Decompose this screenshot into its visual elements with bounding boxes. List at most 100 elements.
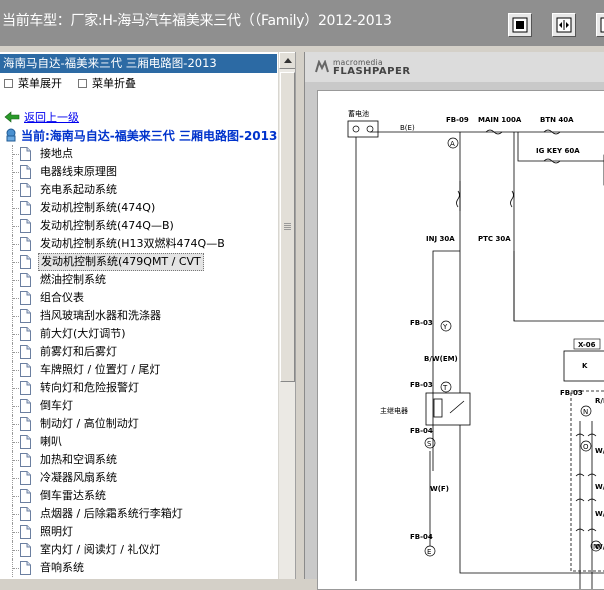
document-icon <box>20 237 31 251</box>
tree-item-label: 倒车灯 <box>40 399 73 412</box>
tree-item-label: 音响系统 <box>40 561 84 574</box>
tree-branch-line <box>13 460 19 461</box>
wire-w-f: W(F) <box>430 485 449 493</box>
diagram-page[interactable]: 蓄电池 B(E) FB-09 A MAIN 100A BTN 40A IG KE… <box>317 90 604 590</box>
tree-item[interactable]: 发动机控制系统(H13双燃料474Q—B <box>0 235 280 253</box>
tree-item-label: 发动机控制系统(474Q—B) <box>40 219 174 232</box>
connector-fb03-right: FB-03 <box>560 389 583 397</box>
back-arrow-icon <box>4 111 20 123</box>
pin-e: E <box>427 548 431 556</box>
title-bar: 当前车型：厂家:H-海马汽车福美来三代（（Family）2012-2013 <box>0 0 604 46</box>
tree-item[interactable]: 发动机控制系统(479QMT / CVT <box>0 253 280 271</box>
tree-item[interactable]: 音响系统 <box>0 559 280 577</box>
tree-item[interactable]: 充电系起动系统 <box>0 181 280 199</box>
tree-item-label: 点烟器 / 后除霜系统行李箱灯 <box>40 507 183 520</box>
document-icon <box>20 273 31 287</box>
tree-item-label: 前大灯(大灯调节) <box>40 327 126 340</box>
tree-branch-line <box>13 280 19 281</box>
wire-w-1: W/ <box>595 447 604 455</box>
pin-n: N <box>583 408 588 416</box>
tree-item-label: 前雾灯和后雾灯 <box>40 345 117 358</box>
tree-branch-line <box>13 424 19 425</box>
tree-item[interactable]: 倒车灯 <box>0 397 280 415</box>
selected-category-header[interactable]: 海南马自达-福美来三代 三厢电路图-2013 <box>0 54 277 73</box>
tree-branch-line <box>13 532 19 533</box>
tree-item-label: 转向灯和危险报警灯 <box>40 381 139 394</box>
tree-item-label: 加热和空调系统 <box>40 453 117 466</box>
tree-item[interactable]: 冷凝器风扇系统 <box>0 469 280 487</box>
diagram-tree: 接地点 电器线束原理图充电系起动系统发动机控制系统(474Q) 发动机控制系统(47… <box>0 145 280 577</box>
tree-item-label: 组合仪表 <box>40 291 84 304</box>
tree-item-label: 充电系起动系统 <box>40 183 117 196</box>
wiring-diagram: 蓄电池 B(E) FB-09 A MAIN 100A BTN 40A IG KE… <box>347 109 604 589</box>
scroll-thumb[interactable] <box>280 72 295 382</box>
tree-item[interactable]: 点烟器 / 后除霜系统行李箱灯 <box>0 505 280 523</box>
menu-collapse-label: 菜单折叠 <box>92 77 136 90</box>
tree-item[interactable]: 照明灯 <box>0 523 280 541</box>
menu-collapse-button[interactable]: 菜单折叠 <box>78 75 136 93</box>
tree-item[interactable]: 前雾灯和后雾灯 <box>0 343 280 361</box>
tree-item[interactable]: 室内灯 / 阅读灯 / 礼仪灯 <box>0 541 280 559</box>
document-icon <box>20 291 31 305</box>
document-icon <box>20 489 31 503</box>
pin-k: K <box>582 362 588 370</box>
wire-w-3: W/ <box>595 510 604 518</box>
tree-item[interactable]: 组合仪表 <box>0 289 280 307</box>
tree-branch-line <box>13 568 19 569</box>
tree-item-label: 燃油控制系统 <box>40 273 106 286</box>
tree-item[interactable]: 倒车雷达系统 <box>0 487 280 505</box>
scroll-up-icon[interactable] <box>279 52 295 69</box>
connector-fb09: FB-09 <box>446 116 469 124</box>
tree-item[interactable]: 车牌照灯 / 位置灯 / 尾灯 <box>0 361 280 379</box>
left-vertical-scrollbar[interactable] <box>278 52 295 579</box>
tree-branch-line <box>13 154 19 155</box>
pin-y: Y <box>442 323 448 331</box>
tree-item[interactable]: 制动灯 / 高位制动灯 <box>0 415 280 433</box>
tree-item[interactable]: 喇叭 <box>0 433 280 451</box>
tree-item-label: 室内灯 / 阅读灯 / 礼仪灯 <box>40 543 161 556</box>
fit-page-icon <box>512 17 528 33</box>
tree-item[interactable]: 接地点 <box>0 145 280 163</box>
tree-item[interactable]: 发动机控制系统(474Q) <box>0 199 280 217</box>
tree-item-label: 倒车雷达系统 <box>40 489 106 502</box>
tree-item[interactable]: 燃油控制系统 <box>0 271 280 289</box>
menu-expand-label: 菜单展开 <box>18 77 62 90</box>
collapse-box-icon <box>78 79 87 88</box>
window-title: 当前车型：厂家:H-海马汽车福美来三代（（Family）2012-2013 <box>2 13 392 29</box>
full-screen-button[interactable] <box>596 13 604 37</box>
tree-item[interactable]: 前大灯(大灯调节) <box>0 325 280 343</box>
fit-width-button[interactable] <box>552 13 576 37</box>
tree-branch-line <box>13 262 19 263</box>
tree-item-label: 发动机控制系统(474Q) <box>40 201 156 214</box>
tree-item[interactable]: 挡风玻璃刮水器和洗涤器 <box>0 307 280 325</box>
wire-w-2: W/ <box>595 483 604 491</box>
connector-fb04-s: FB-04 <box>410 427 433 435</box>
back-link[interactable]: 返回上一级 <box>4 109 79 125</box>
tree-branch-line <box>13 442 19 443</box>
tree-branch-line <box>13 190 19 191</box>
connector-fb03-t: FB-03 <box>410 381 433 389</box>
wire-w-4: W/ <box>595 543 604 551</box>
fit-page-button[interactable] <box>508 13 532 37</box>
tree-item[interactable]: 转向灯和危险报警灯 <box>0 379 280 397</box>
tree-item[interactable]: 发动机控制系统(474Q—B) <box>0 217 280 235</box>
tree-branch-line <box>13 550 19 551</box>
connector-fb03-y: FB-03 <box>410 319 433 327</box>
current-location-label: 当前:海南马自达-福美来三代 三厢电路图-2013 <box>21 129 278 143</box>
pin-o: O <box>583 443 589 451</box>
tree-item[interactable]: 加热和空调系统 <box>0 451 280 469</box>
menu-expand-button[interactable]: 菜单展开 <box>4 75 62 93</box>
tree-item-label: 发动机控制系统(479QMT / CVT <box>38 253 204 271</box>
tree-item[interactable]: 电器线束原理图 <box>0 163 280 181</box>
tree-branch-line <box>13 334 19 335</box>
tree-branch-line <box>13 244 19 245</box>
document-icon <box>20 507 31 521</box>
full-screen-icon <box>600 17 604 33</box>
back-link-label: 返回上一级 <box>24 111 79 124</box>
tree-branch-line <box>13 514 19 515</box>
tree-branch-line <box>13 370 19 371</box>
tree-branch-line <box>13 496 19 497</box>
document-icon <box>20 363 31 377</box>
tree-item-label: 照明灯 <box>40 525 73 538</box>
document-icon <box>20 309 31 323</box>
